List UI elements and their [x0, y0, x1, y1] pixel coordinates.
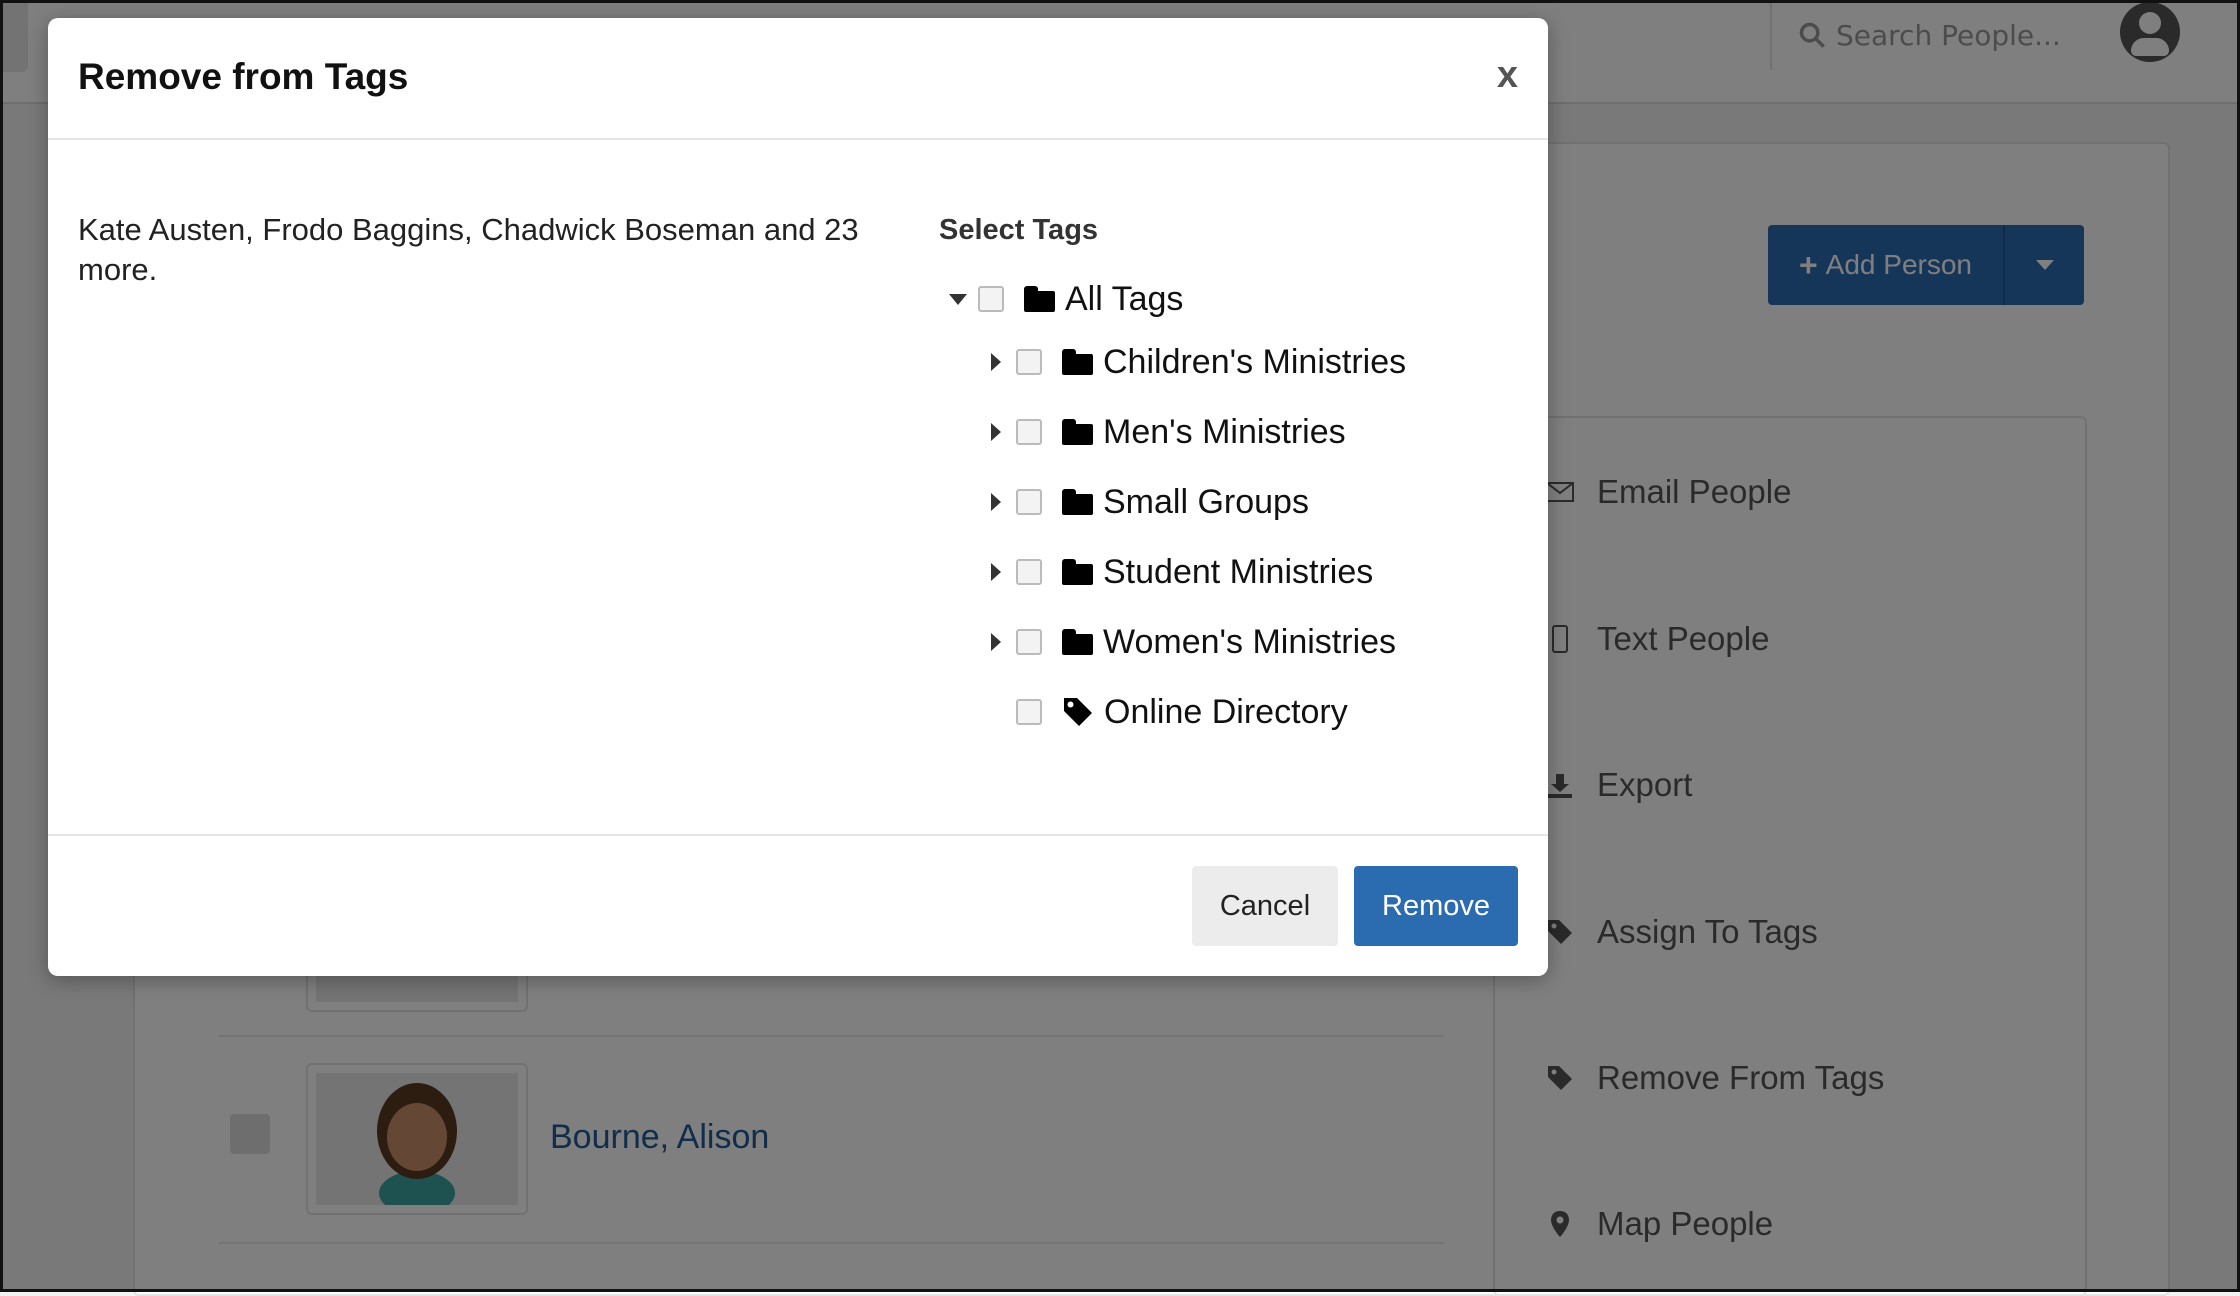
select-tags-label: Select Tags	[939, 214, 1099, 246]
tree-node-label: All Tags	[1065, 279, 1184, 318]
remove-button[interactable]: Remove	[1354, 866, 1518, 946]
modal-title: Remove from Tags	[78, 56, 409, 97]
tree-node-small-groups[interactable]: Small Groups	[976, 480, 1309, 524]
tag-checkbox[interactable]	[978, 286, 1004, 312]
tag-checkbox[interactable]	[1016, 419, 1042, 445]
tree-expander[interactable]	[976, 633, 1016, 651]
tag-icon	[1064, 698, 1092, 726]
tag-checkbox[interactable]	[1016, 349, 1042, 375]
caret-down-icon	[949, 293, 967, 305]
tree-node-label: Women's Ministries	[1103, 622, 1397, 661]
tree-expander[interactable]	[938, 293, 978, 305]
caret-right-icon	[991, 353, 1001, 371]
caret-right-icon	[991, 633, 1001, 651]
caret-right-icon	[991, 563, 1001, 581]
tree-node-childrens-ministries[interactable]: Children's Ministries	[976, 340, 1406, 384]
caret-right-icon	[991, 493, 1001, 511]
tag-checkbox[interactable]	[1016, 489, 1042, 515]
tree-expander[interactable]	[976, 423, 1016, 441]
folder-icon	[1062, 349, 1093, 375]
tag-checkbox[interactable]	[1016, 629, 1042, 655]
tree-node-label: Children's Ministries	[1103, 342, 1407, 381]
cancel-button[interactable]: Cancel	[1192, 866, 1338, 946]
close-icon[interactable]: x	[1497, 54, 1518, 97]
tree-node-all-tags[interactable]: All Tags	[938, 277, 1183, 321]
folder-icon	[1024, 286, 1055, 312]
selected-people-text: Kate Austen, Frodo Baggins, Chadwick Bos…	[78, 212, 859, 287]
tree-node-label: Online Directory	[1104, 692, 1348, 731]
modal-footer: Cancel Remove	[48, 834, 1548, 978]
tree-node-label: Men's Ministries	[1103, 412, 1346, 451]
folder-icon	[1062, 559, 1093, 585]
folder-icon	[1062, 629, 1093, 655]
tree-node-online-directory[interactable]: Online Directory	[976, 690, 1348, 734]
tree-node-student-ministries[interactable]: Student Ministries	[976, 550, 1373, 594]
folder-icon	[1062, 419, 1093, 445]
tree-node-womens-ministries[interactable]: Women's Ministries	[976, 620, 1396, 664]
tag-checkbox[interactable]	[1016, 699, 1042, 725]
tag-checkbox[interactable]	[1016, 559, 1042, 585]
tree-expander[interactable]	[976, 493, 1016, 511]
remove-from-tags-modal: Remove from Tags x Kate Austen, Frodo Ba…	[48, 18, 1548, 976]
tree-node-label: Student Ministries	[1103, 552, 1374, 591]
folder-icon	[1062, 489, 1093, 515]
caret-right-icon	[991, 423, 1001, 441]
modal-header: Remove from Tags x	[48, 18, 1548, 140]
tree-expander[interactable]	[976, 563, 1016, 581]
tree-node-mens-ministries[interactable]: Men's Ministries	[976, 410, 1346, 454]
tree-node-label: Small Groups	[1103, 482, 1309, 521]
tree-expander[interactable]	[976, 353, 1016, 371]
